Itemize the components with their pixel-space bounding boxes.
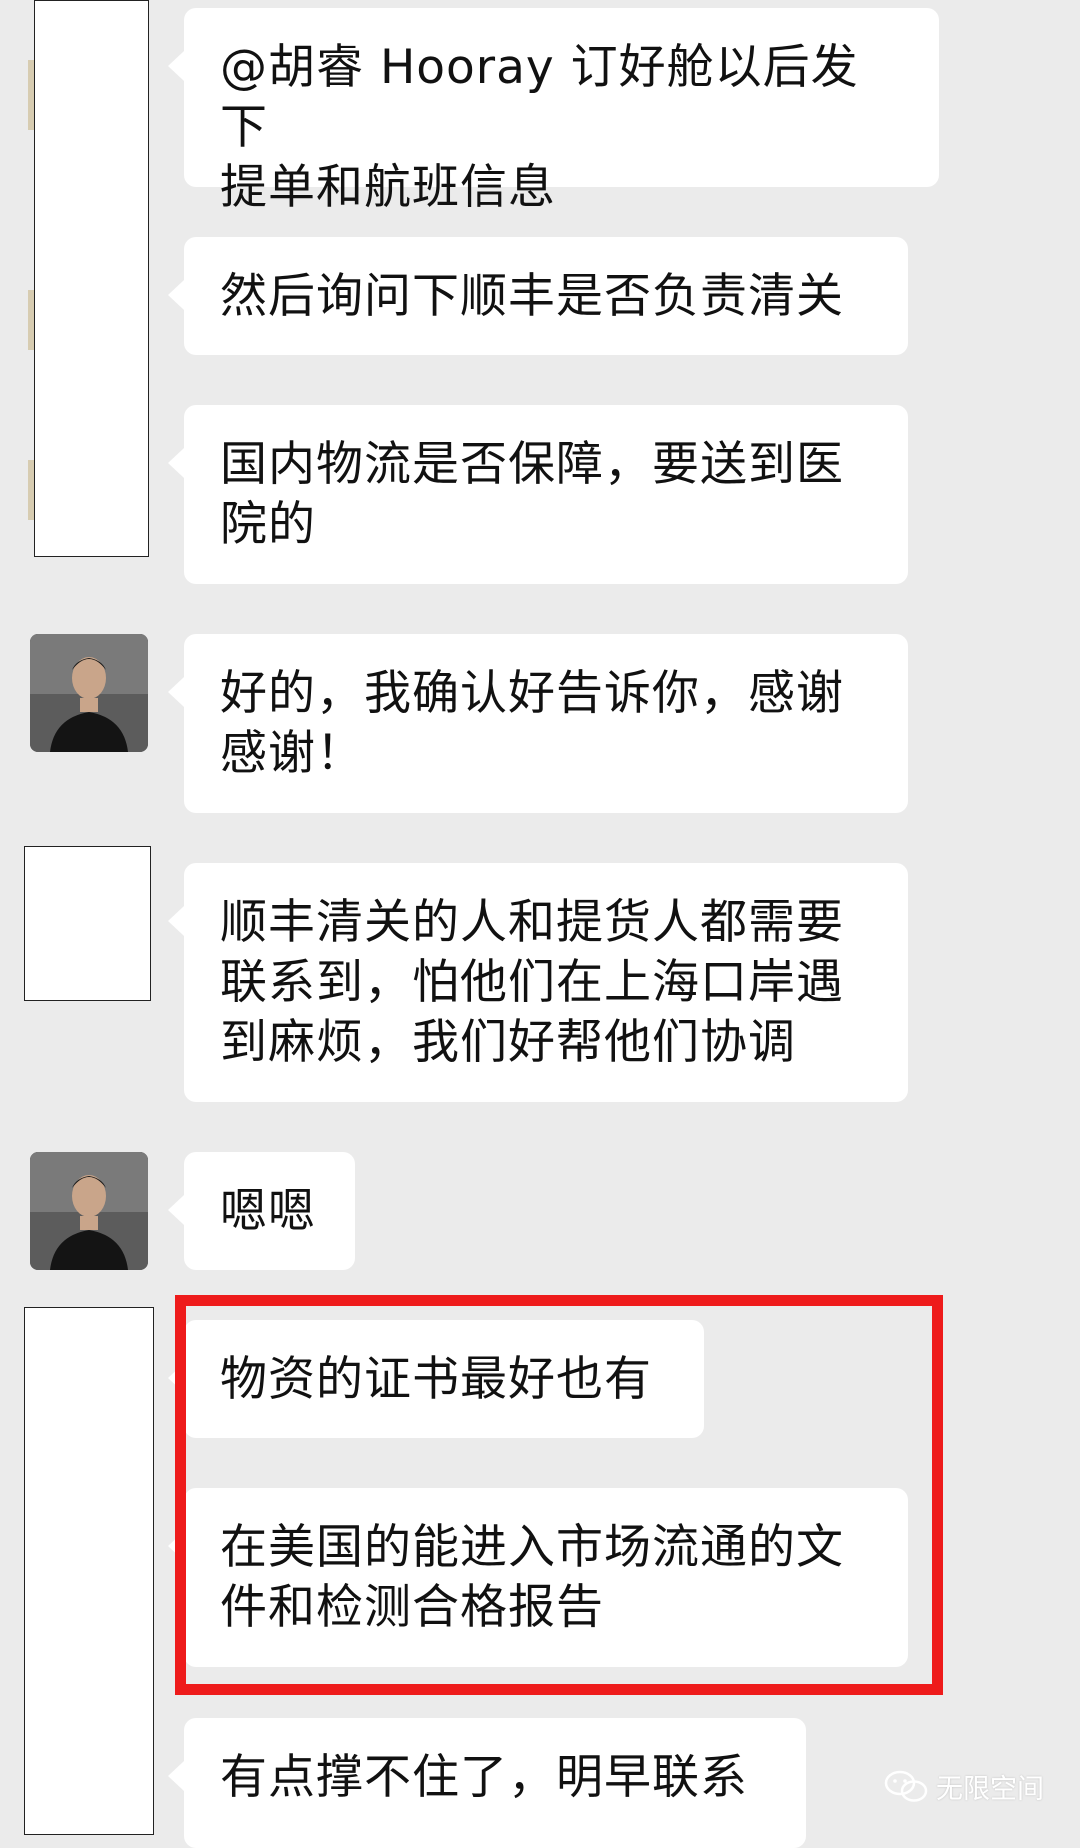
wechat-icon: [884, 1770, 928, 1802]
avatar-portrait-icon: [30, 634, 148, 752]
watermark-label: 无限空间: [936, 1774, 1044, 1805]
avatar-portrait-icon: [30, 1152, 148, 1270]
message-bubble[interactable]: 好的，我确认好告诉你，感谢 感谢！: [168, 634, 908, 813]
avatar[interactable]: [30, 634, 148, 752]
highlight-frame: [175, 1295, 943, 1695]
redacted-avatar: [24, 846, 151, 1001]
message-bubble[interactable]: 有点撑不住了，明早联系: [168, 1718, 806, 1848]
message-bubble[interactable]: 国内物流是否保障，要送到医 院的: [168, 405, 908, 584]
message-bubble[interactable]: 嗯嗯: [168, 1152, 355, 1270]
message-bubble[interactable]: 然后询问下顺丰是否负责清关: [168, 237, 908, 355]
message-bubble[interactable]: 顺丰清关的人和提货人都需要 联系到，怕他们在上海口岸遇 到麻烦，我们好帮他们协调: [168, 863, 908, 1102]
message-bubble[interactable]: @胡睿 Hooray 订好舱以后发下 提单和航班信息: [168, 8, 939, 215]
avatar[interactable]: [30, 1152, 148, 1270]
redacted-avatar: [34, 0, 149, 557]
watermark: 无限空间: [884, 1767, 1044, 1806]
redacted-avatar: [24, 1307, 154, 1835]
